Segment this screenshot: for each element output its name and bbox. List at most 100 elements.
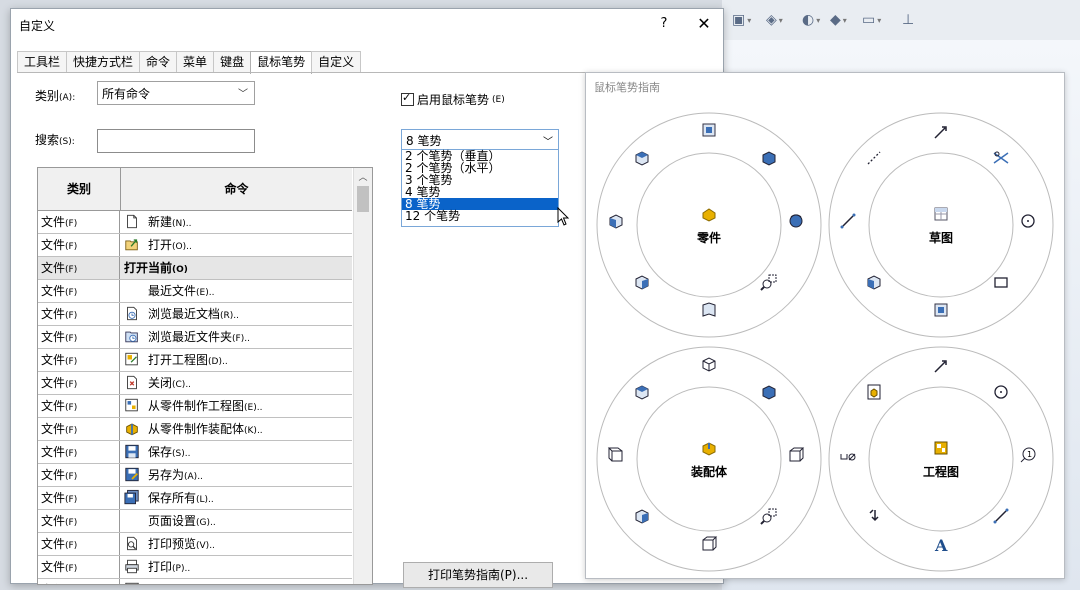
trim-icon[interactable] xyxy=(992,149,1010,167)
table-row[interactable]: 文件(F) 浏览最近文档(R).. xyxy=(38,303,352,326)
table-row[interactable]: 文件(F) Print3D xyxy=(38,579,352,584)
chevron-down-icon: ﹀ xyxy=(543,137,553,148)
zoom-to-area-icon[interactable] xyxy=(760,273,778,291)
row-category: 文件(F) xyxy=(38,579,120,584)
close-button[interactable]: ✕ xyxy=(691,13,717,35)
view-right-wire-icon[interactable] xyxy=(787,446,805,464)
table-row[interactable]: 文件(F) 保存所有(L).. xyxy=(38,487,352,510)
model-view-icon[interactable] xyxy=(865,383,883,401)
view-settings-icon[interactable]: ▭ ▾ xyxy=(862,10,881,30)
row-category: 文件(F) xyxy=(38,487,120,509)
table-row[interactable]: 文件(F) 打开(O).. xyxy=(38,234,352,257)
scene-icon[interactable]: ◆ ▾ xyxy=(830,10,847,30)
circle-icon[interactable] xyxy=(992,383,1010,401)
circle-icon[interactable] xyxy=(1019,212,1037,230)
search-input[interactable] xyxy=(97,129,255,153)
table-row[interactable]: 文件(F) 打印预览(V).. xyxy=(38,533,352,556)
row-category: 文件(F) xyxy=(38,349,120,371)
make-drawing-icon xyxy=(125,398,138,412)
view-left-wire-icon[interactable] xyxy=(607,446,625,464)
display-style-icon[interactable]: ◈ ▾ xyxy=(766,10,783,30)
tab-commands[interactable]: 命令 xyxy=(139,51,178,72)
tab-customization[interactable]: 自定义 xyxy=(311,51,362,72)
column-header-command[interactable]: 命令 xyxy=(121,168,352,210)
view-left-icon[interactable] xyxy=(865,273,883,291)
enable-gestures-key: (E) xyxy=(492,94,505,105)
table-row[interactable]: 文件(F) 打开当前(O) xyxy=(38,257,352,280)
tab-toolbars[interactable]: 工具栏 xyxy=(17,51,68,72)
smart-dimension-icon[interactable] xyxy=(932,123,950,141)
view-left-icon[interactable] xyxy=(607,212,625,230)
tab-menus[interactable]: 菜单 xyxy=(176,51,215,72)
gesture-count-select[interactable]: 8 笔势 ﹀ xyxy=(401,129,559,151)
note-icon[interactable]: A xyxy=(932,535,950,553)
row-command: 打印预览(V).. xyxy=(121,533,352,555)
command-label: 另存为(A).. xyxy=(148,468,203,482)
open-folder-icon xyxy=(125,239,138,251)
tab-shortcut-bars[interactable]: 快捷方式栏 xyxy=(66,51,141,72)
zoom-to-area-icon[interactable] xyxy=(760,507,778,525)
table-row[interactable]: 文件(F) 从零件制作装配体(K).. xyxy=(38,418,352,441)
checkbox-checked-icon[interactable] xyxy=(401,91,414,106)
recent-folder-icon xyxy=(125,331,138,343)
arrow-swap-icon[interactable] xyxy=(865,507,883,525)
view-isometric-icon[interactable] xyxy=(760,383,778,401)
tab-keyboard[interactable]: 键盘 xyxy=(213,51,252,72)
view-wireframe-icon[interactable] xyxy=(700,355,718,373)
centerline-icon[interactable] xyxy=(865,149,883,167)
scroll-up-icon[interactable]: ︿ xyxy=(354,170,372,184)
table-row[interactable]: 文件(F) 最近文件(E).. xyxy=(38,280,352,303)
line-icon[interactable] xyxy=(992,507,1010,525)
row-command: 最近文件(E).. xyxy=(121,280,352,302)
table-row[interactable]: 文件(F) 打印(P).. xyxy=(38,556,352,579)
view-right-icon[interactable] xyxy=(633,273,651,291)
table-row[interactable]: 文件(F) 页面设置(G).. xyxy=(38,510,352,533)
row-command: 浏览最近文档(R).. xyxy=(121,303,352,325)
enable-gestures-checkbox[interactable]: 启用鼠标笔势(E) xyxy=(401,91,505,108)
gesture-option[interactable]: 12 个笔势 xyxy=(402,210,558,222)
table-row[interactable]: 文件(F) 从零件制作工程图(E).. xyxy=(38,395,352,418)
table-row[interactable]: 文件(F) 浏览最近文件夹(F).. xyxy=(38,326,352,349)
hole-callout-icon[interactable] xyxy=(839,446,857,464)
open-drawing-icon xyxy=(125,352,138,366)
table-row[interactable]: 文件(F) 另存为(A).. xyxy=(38,464,352,487)
rotate-view-icon[interactable] xyxy=(787,212,805,230)
view-top-icon[interactable] xyxy=(633,149,651,167)
row-command: 从零件制作装配体(K).. xyxy=(121,418,352,440)
scroll-thumb[interactable] xyxy=(357,186,369,212)
print-gesture-guide-button[interactable]: 打印笔势指南(P)... xyxy=(403,562,553,588)
view-isometric-icon[interactable] xyxy=(760,149,778,167)
line-icon[interactable] xyxy=(839,212,857,230)
row-command: 打开工程图(D).. xyxy=(121,349,352,371)
appearance-icon[interactable]: ◐ ▾ xyxy=(802,10,820,30)
balloon-icon[interactable]: 1 xyxy=(1019,446,1037,464)
tab-mouse-gestures[interactable]: 鼠标笔势 xyxy=(250,51,313,74)
column-header-category[interactable]: 类别 xyxy=(38,168,121,210)
part-icon xyxy=(702,208,716,222)
row-category: 文件(F) xyxy=(38,556,120,578)
command-label: 打开工程图(D).. xyxy=(148,353,228,367)
table-row[interactable]: 文件(F) 保存(S).. xyxy=(38,441,352,464)
view-bottom-icon[interactable] xyxy=(700,301,718,319)
view-bottom-wire-icon[interactable] xyxy=(700,535,718,553)
help-button[interactable]: ? xyxy=(651,13,677,35)
view-right-icon[interactable] xyxy=(633,507,651,525)
view-orientation-icon[interactable]: ▣ ▾ xyxy=(732,10,751,30)
category-select[interactable]: 所有命令 ﹀ xyxy=(97,81,255,105)
rectangle-icon[interactable] xyxy=(992,273,1010,291)
print-preview-icon xyxy=(127,536,137,551)
table-scrollbar[interactable]: ︿ xyxy=(353,168,372,584)
table-row[interactable]: 文件(F) 关闭(C).. xyxy=(38,372,352,395)
row-command: 打开(O).. xyxy=(121,234,352,256)
mouse-cursor-icon xyxy=(557,207,570,226)
triad-icon[interactable]: ⊥ xyxy=(902,10,914,30)
smart-dimension-icon[interactable] xyxy=(932,357,950,375)
view-top-icon[interactable] xyxy=(633,383,651,401)
table-row[interactable]: 文件(F) 新建(N).. xyxy=(38,211,352,234)
view-front-icon[interactable] xyxy=(700,121,718,139)
make-assembly-icon xyxy=(126,423,138,436)
view-front-icon[interactable] xyxy=(932,301,950,319)
table-row[interactable]: 文件(F) 打开工程图(D).. xyxy=(38,349,352,372)
svg-text:A: A xyxy=(934,536,948,553)
row-category: 文件(F) xyxy=(38,234,120,256)
